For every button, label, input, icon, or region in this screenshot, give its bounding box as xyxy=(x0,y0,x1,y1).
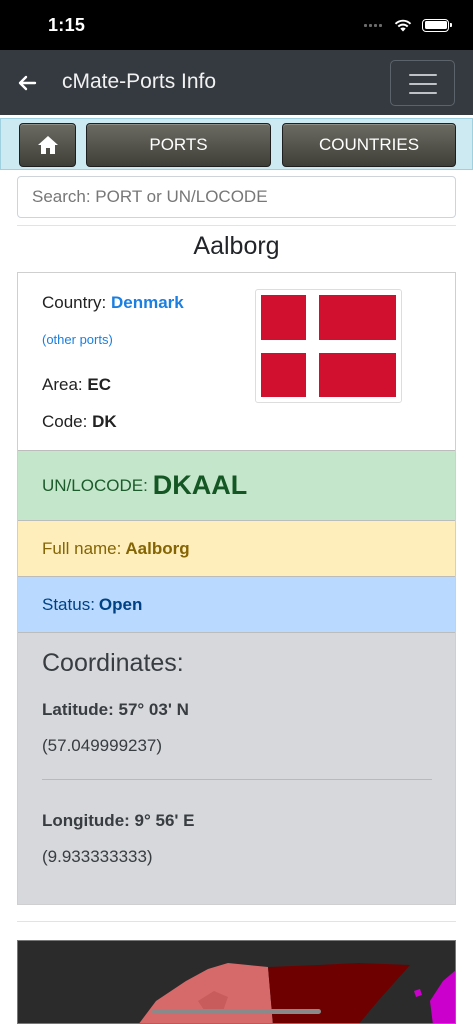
battery-icon xyxy=(422,18,452,32)
code-label: Code: xyxy=(42,412,88,431)
status-band: Status: Open xyxy=(18,576,455,632)
locode-band: UN/LOCODE: DKAAL xyxy=(18,450,455,520)
longitude-label: Longitude: 9° 56' E xyxy=(42,811,195,830)
app-title: cMate-Ports Info xyxy=(62,70,217,93)
coordinates-section: Coordinates: Latitude: 57° 03' N (57.049… xyxy=(18,632,455,904)
latitude-label: Latitude: 57° 03' N xyxy=(42,700,189,719)
ports-button[interactable]: PORTS xyxy=(86,123,271,167)
app-bar: cMate-Ports Info xyxy=(0,50,473,115)
area-label: Area: xyxy=(42,375,83,394)
home-icon xyxy=(37,136,58,154)
home-button[interactable] xyxy=(19,123,76,167)
divider xyxy=(17,921,456,922)
countries-button[interactable]: COUNTRIES xyxy=(282,123,456,167)
other-ports-link[interactable]: (other ports) xyxy=(42,332,113,347)
arrow-left-icon[interactable] xyxy=(16,72,38,94)
locode-value: DKAAL xyxy=(152,470,248,500)
divider xyxy=(17,225,456,226)
denmark-flag xyxy=(255,289,402,403)
area-row: Area: EC xyxy=(42,375,111,395)
coordinates-divider xyxy=(42,779,432,780)
fullname-band: Full name: Aalborg xyxy=(18,520,455,576)
port-info-card: Country: Denmark (other ports) Area: EC … xyxy=(17,272,456,905)
country-link[interactable]: Denmark xyxy=(111,293,184,312)
search-input[interactable] xyxy=(17,176,456,218)
coordinates-title: Coordinates: xyxy=(42,649,184,677)
locode-label: UN/LOCODE: xyxy=(42,475,148,495)
nav-strip: PORTS COUNTRIES xyxy=(0,118,473,170)
fullname-value: Aalborg xyxy=(125,538,190,558)
status-value: Open xyxy=(98,594,143,614)
cellular-signal-icon xyxy=(364,18,384,32)
country-row: Country: Denmark xyxy=(42,293,184,313)
home-indicator xyxy=(152,1009,321,1014)
status-time: 1:15 xyxy=(48,15,86,35)
code-row: Code: DK xyxy=(42,412,117,432)
fullname-label: Full name: xyxy=(42,538,122,558)
status-bar: 1:15 xyxy=(0,0,473,50)
hamburger-menu-button[interactable] xyxy=(390,60,455,106)
longitude-decimal: (9.933333333) xyxy=(42,847,153,866)
hamburger-icon xyxy=(409,74,437,76)
area-value: EC xyxy=(87,375,111,394)
latitude-decimal: (57.049999237) xyxy=(42,736,163,755)
port-details: Country: Denmark (other ports) Area: EC … xyxy=(18,273,455,450)
page-title: Aalborg xyxy=(193,232,280,260)
code-value: DK xyxy=(92,412,117,431)
country-label: Country: xyxy=(42,293,107,312)
wifi-icon xyxy=(394,19,412,32)
status-label: Status: xyxy=(42,594,95,614)
status-icons xyxy=(364,16,452,34)
